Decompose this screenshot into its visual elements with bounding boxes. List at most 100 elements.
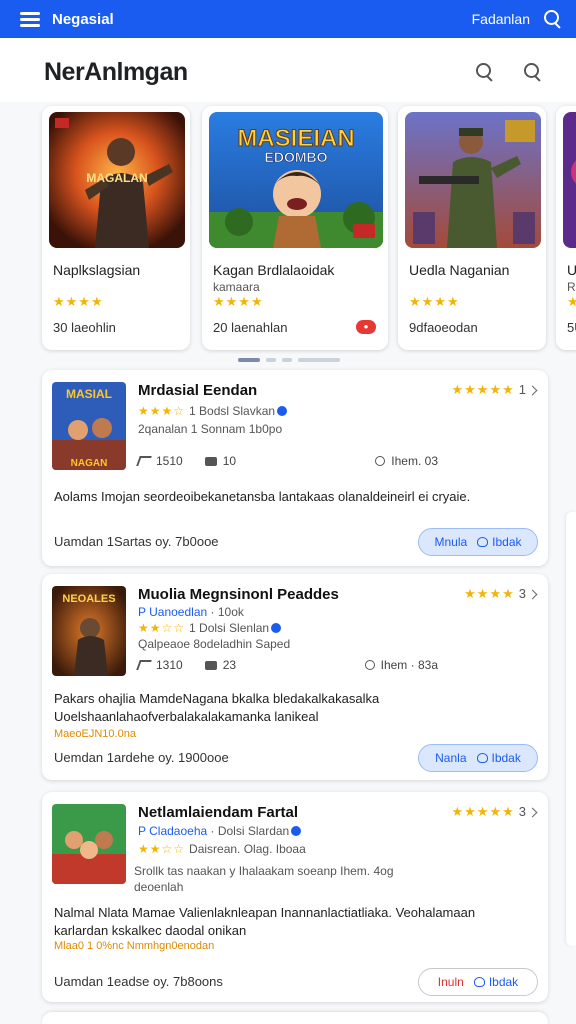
verified-icon [271,623,282,633]
item-action-pill[interactable]: Mnula Ibdak [418,528,538,556]
item-tags: Mlaa0 1 0%nc Nmmhgn0enodan [54,940,215,952]
item-tags: MaeoEJN10.0na [54,728,136,740]
app-title: Negasial [52,10,114,28]
item-action-pill[interactable]: Nanla Ibdak [418,744,538,772]
svg-text:NAGAN: NAGAN [71,458,108,469]
menu-icon[interactable] [20,12,40,27]
item-rating[interactable]: ★★★★ 3 [464,586,538,602]
game-thumbnail [52,804,126,884]
page-header: NerAnlmgan [0,38,576,102]
item-stats: 1310 23 [136,658,258,672]
svg-text:MASIEIAN: MASIEIAN [237,125,354,152]
soldier-fire-art: MAGALAN [49,112,185,248]
pagination-dot[interactable] [238,358,260,362]
comment-icon [204,456,217,466]
list-item[interactable]: Netlamlaiendam Fartal ★★★★★ 3 P Cladaoeha… [42,792,548,1002]
item-meta-line: 2qanalan 1 Sonnam 1b0po [138,422,283,436]
featured-card[interactable]: MAGALAN Naplkslagsian ★★★★ 30 laeohlin [42,106,190,350]
svg-text:EDOMBO: EDOMBO [265,149,328,165]
item-footer: Uemdan 1ardehe oy. 1900ooe [54,750,229,765]
featured-title: Ua Ra [567,262,576,294]
verified-icon [291,826,302,836]
featured-meta: 20 laenahlan [213,320,288,335]
item-rating[interactable]: ★★★★★ 1 [451,382,538,398]
item-stats: 1510 10 [136,454,258,468]
badge-icon: ● [356,320,376,334]
share-icon [136,660,152,670]
featured-carousel[interactable]: MAGALAN Naplkslagsian ★★★★ 30 laeohlin M… [0,104,576,354]
pagination-dot[interactable] [266,358,276,362]
item-meta-line-2: deoenlah [134,880,184,894]
search-icon[interactable] [476,63,494,81]
search-icon[interactable] [544,10,562,28]
commando-art [405,112,541,248]
item-title[interactable]: Muolia Megnsinonl Peaddes [138,586,339,603]
item-time: Ihem · 83a [364,658,438,672]
featured-rating: ★★★★ [409,294,460,309]
item-description: Nalmal Nlata Mamae Valienlaknleapan Inan… [54,905,476,938]
featured-title: Uedla Naganian [409,262,510,278]
featured-title: Kagan Brdlalaoidak kamaara [213,262,335,294]
featured-meta: 30 laeohlin [53,320,116,335]
pagination-dot[interactable] [298,358,340,362]
featured-rating: ★★★★ [213,294,264,309]
featured-card[interactable]: Ua Ra ★ 5U [556,106,576,350]
item-meta-line: Srollk tas naakan y Ihalaakam soeanp Ihe… [134,864,394,878]
featured-meta: 9dfaoeodan [409,320,478,335]
primary-action: Inuln [437,975,464,989]
secondary-action: Ibdak [491,751,521,765]
game-thumbnail: NEOALES [52,586,126,676]
svg-text:NEOALES: NEOALES [62,593,115,605]
game-thumbnail: MASIAL NAGAN [52,382,126,470]
featured-card[interactable]: MASIEIAN EDOMBO Kagan Brdlalaoidak kamaa… [202,106,388,350]
share-icon [136,456,152,466]
featured-card[interactable]: Uedla Naganian ★★★★ 9dfaoeodan [398,106,546,350]
item-time: Ihem. 03 [375,454,438,468]
item-developer-line: ★★★☆ 1 Bodsl Slavkan [138,404,288,418]
item-description: Aolams Imojan seordeoibekanetansba lanta… [54,489,471,504]
featured-title: Naplkslagsian [53,262,141,278]
page-title: NerAnlmgan [44,58,188,86]
verified-icon [277,406,288,416]
chevron-right-icon [527,807,538,818]
featured-rating: ★ [567,294,576,309]
side-drawer-edge[interactable] [566,512,576,946]
carousel-pagination[interactable] [238,358,340,362]
svg-text:MASIAL: MASIAL [66,387,112,401]
purple-art [563,112,576,248]
item-description: Pakars ohajlia MamdeNagana bkalka bledak… [54,691,380,724]
list-item[interactable] [42,1012,548,1024]
featured-meta: 5U [567,320,576,335]
top-bar-link[interactable]: Fadanlan [472,11,530,27]
featured-rating: ★★★★ [53,294,104,309]
item-footer: Uamdan 1Sartas oy. 7b0ooe [54,534,219,549]
chevron-right-icon [527,589,538,600]
item-rating-line: ★★☆☆ Daisrean. Olag. Iboaa [138,842,306,856]
item-action-pill[interactable]: Inuln Ibdak [418,968,538,996]
primary-action: Nanla [435,751,467,765]
heart-icon [477,537,489,547]
item-title[interactable]: Mrdasial Eendan [138,382,257,399]
item-developer-line: P Cladaoeha · Dolsi Slardan [138,824,302,838]
item-rating-line: ★★☆☆ 1 Dolsi Slenlan [138,621,282,635]
heart-icon [476,753,488,763]
item-rating[interactable]: ★★★★★ 3 [451,804,538,820]
svg-text:MAGALAN: MAGALAN [86,171,147,185]
chevron-right-icon [527,385,538,396]
item-title[interactable]: Netlamlaiendam Fartal [138,804,298,821]
list-item[interactable]: NEOALES Muolia Megnsinonl Peaddes ★★★★ 3 … [42,574,548,780]
list-item[interactable]: MASIAL NAGAN Mrdasial Eendan ★★★★★ 1 ★★★☆… [42,370,548,566]
clock-icon [375,456,386,466]
secondary-action: Ibdak [492,535,522,549]
item-meta-line: Qalpeaoe 8odeladhin Saped [138,637,291,651]
clock-icon [364,660,375,670]
search-icon-secondary[interactable] [524,63,542,81]
item-developer-line: P Uanoedlan · 10ok [138,605,244,619]
cartoon-title-art: MASIEIAN EDOMBO [209,112,383,248]
comment-icon [204,660,217,670]
item-footer: Uamdan 1eadse oy. 7b8oons [54,974,223,989]
top-app-bar: Negasial Fadanlan [0,0,576,38]
secondary-action: Ibdak [488,975,519,989]
pagination-dot[interactable] [282,358,292,362]
primary-action: Mnula [434,535,468,549]
